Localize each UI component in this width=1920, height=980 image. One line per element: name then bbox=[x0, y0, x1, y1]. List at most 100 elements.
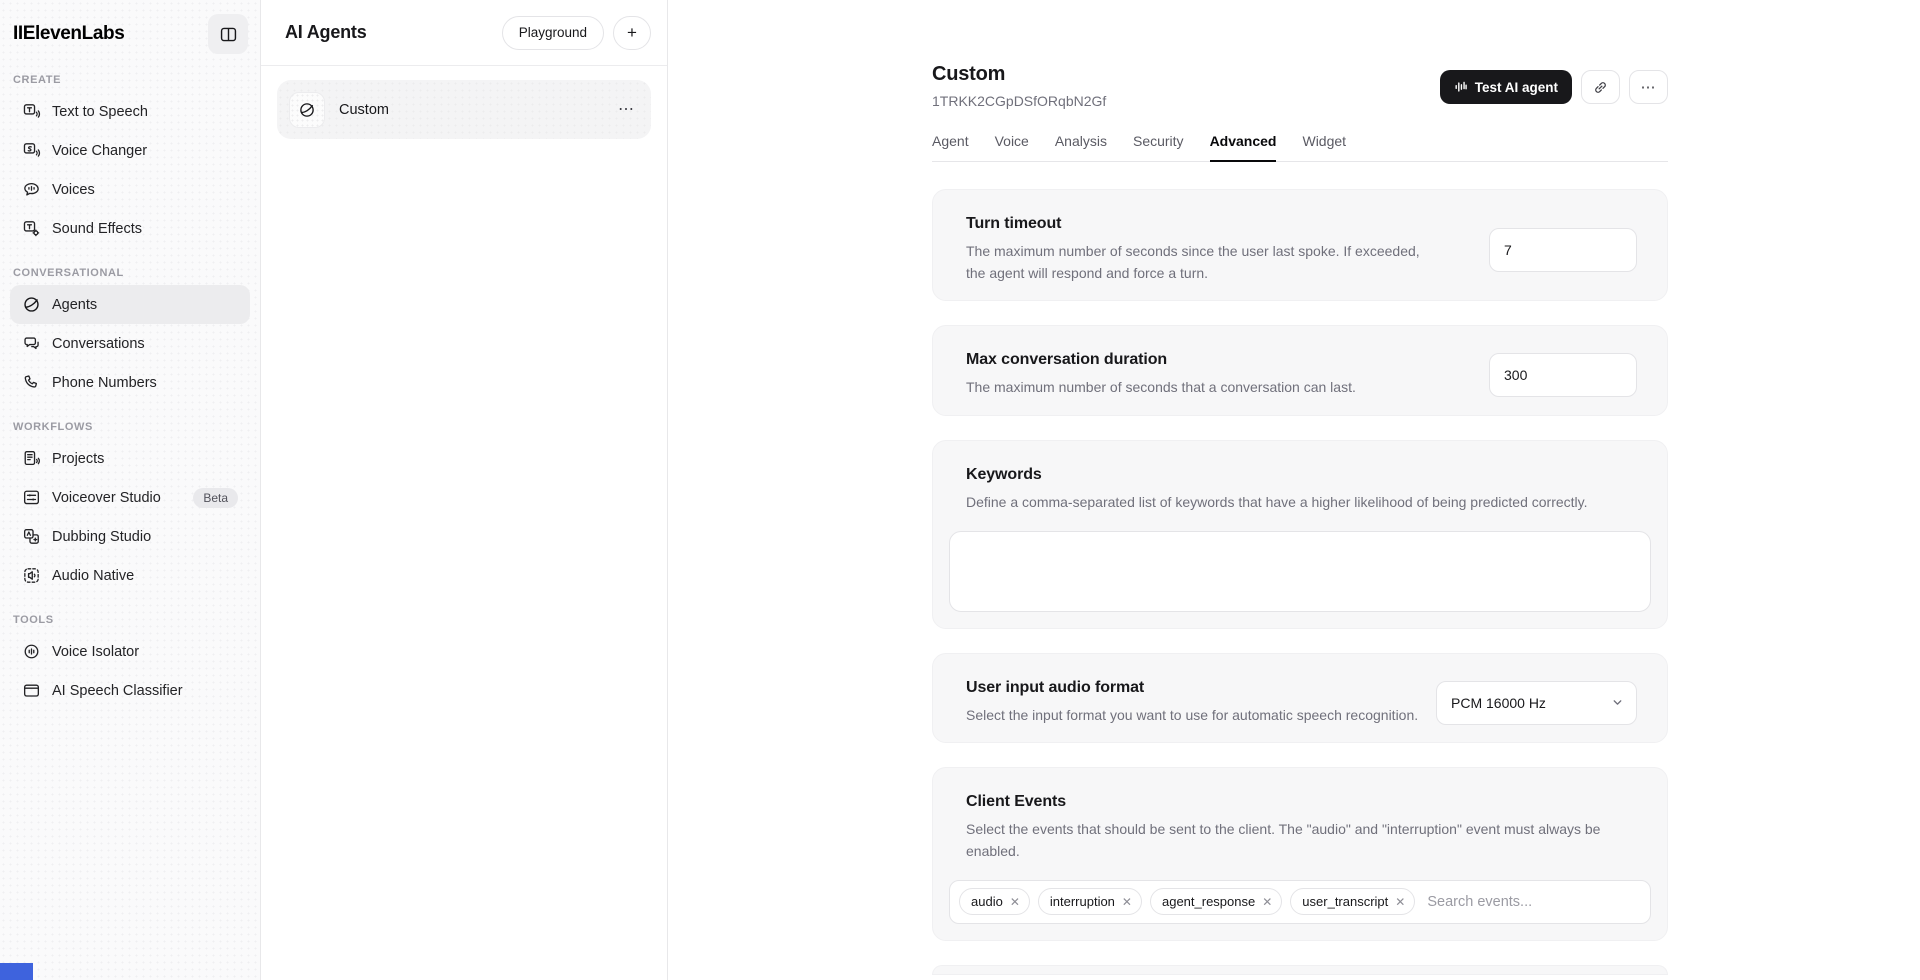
audio-format-description: Select the input format you want to use … bbox=[966, 705, 1418, 727]
chip-remove-icon[interactable]: ✕ bbox=[1262, 896, 1272, 908]
chip-remove-icon[interactable]: ✕ bbox=[1122, 896, 1132, 908]
turn-timeout-title: Turn timeout bbox=[966, 215, 1429, 233]
chip-remove-icon[interactable]: ✕ bbox=[1395, 896, 1405, 908]
client-events-description: Select the events that should be sent to… bbox=[966, 819, 1608, 862]
sidebar-item-voice-changer[interactable]: Voice Changer bbox=[10, 131, 250, 170]
agent-avatar-check-icon bbox=[298, 101, 316, 119]
agent-list-item-custom[interactable]: Custom ⋯ bbox=[277, 80, 651, 139]
next-card-partial bbox=[932, 965, 1668, 975]
main-content: Custom 1TRKK2CGpDSfORqbN2Gf Test AI agen… bbox=[668, 0, 1920, 980]
chip-remove-icon[interactable]: ✕ bbox=[1010, 896, 1020, 908]
sidebar-item-label: Sound Effects bbox=[52, 221, 142, 237]
client-event-chip-audio: audio ✕ bbox=[959, 888, 1030, 915]
tab-widget[interactable]: Widget bbox=[1302, 133, 1346, 162]
playground-button[interactable]: Playground bbox=[502, 16, 604, 50]
voice-isolator-icon bbox=[22, 642, 41, 661]
sidebar-item-voice-isolator[interactable]: Voice Isolator bbox=[10, 632, 250, 671]
tab-security[interactable]: Security bbox=[1133, 133, 1184, 162]
agent-row-menu-button[interactable]: ⋯ bbox=[618, 102, 635, 118]
sidebar-item-voices[interactable]: Voices bbox=[10, 170, 250, 209]
client-events-title: Client Events bbox=[966, 793, 1634, 811]
beta-badge: Beta bbox=[193, 488, 238, 508]
app-window: IIElevenLabs CREATE Text to Speech Voice… bbox=[0, 0, 1920, 980]
ellipsis-icon: ⋯ bbox=[1641, 78, 1657, 96]
keywords-textarea[interactable] bbox=[949, 531, 1651, 612]
sidebar-item-projects[interactable]: Projects bbox=[10, 439, 250, 478]
sidebar-item-label: Phone Numbers bbox=[52, 375, 157, 391]
sidebar-item-dubbing-studio[interactable]: Dubbing Studio bbox=[10, 517, 250, 556]
chip-label: audio bbox=[971, 894, 1003, 909]
sidebar-section-workflows: WORKFLOWS bbox=[0, 421, 260, 433]
test-ai-agent-label: Test AI agent bbox=[1475, 80, 1558, 95]
elevenlabs-logo: IIElevenLabs bbox=[13, 23, 124, 45]
page-title: Custom bbox=[932, 63, 1106, 86]
agent-avatar bbox=[289, 92, 325, 128]
copy-link-button[interactable] bbox=[1581, 70, 1620, 104]
sidebar-item-ai-speech-classifier[interactable]: AI Speech Classifier bbox=[10, 671, 250, 710]
text-to-speech-icon bbox=[22, 102, 41, 121]
sidebar-item-label: Conversations bbox=[52, 336, 145, 352]
sidebar-item-label: Text to Speech bbox=[52, 104, 148, 120]
agent-id: 1TRKK2CGpDSfORqbN2Gf bbox=[932, 93, 1106, 109]
sidebar: IIElevenLabs CREATE Text to Speech Voice… bbox=[0, 0, 261, 980]
sidebar-section-tools: TOOLS bbox=[0, 614, 260, 626]
agents-icon bbox=[22, 295, 41, 314]
turn-timeout-description: The maximum number of seconds since the … bbox=[966, 241, 1429, 284]
phone-icon bbox=[22, 373, 41, 392]
sidebar-item-label: AI Speech Classifier bbox=[52, 683, 183, 699]
audio-format-select[interactable]: PCM 16000 Hz bbox=[1436, 681, 1637, 725]
sidebar-item-label: Voiceover Studio bbox=[52, 490, 161, 506]
audio-native-icon bbox=[22, 566, 41, 585]
max-conversation-duration-card: Max conversation duration The maximum nu… bbox=[932, 325, 1668, 416]
sidebar-item-audio-native[interactable]: Audio Native bbox=[10, 556, 250, 595]
chip-label: agent_response bbox=[1162, 894, 1255, 909]
panel-toggle-icon bbox=[219, 25, 238, 44]
agents-panel-header: AI Agents Playground + bbox=[261, 0, 667, 66]
max-duration-title: Max conversation duration bbox=[966, 351, 1356, 369]
client-events-input[interactable]: audio ✕ interruption ✕ agent_response ✕ bbox=[949, 880, 1651, 924]
audio-format-selected-value: PCM 16000 Hz bbox=[1451, 695, 1603, 711]
sidebar-item-label: Dubbing Studio bbox=[52, 529, 151, 545]
agents-list-panel: AI Agents Playground + Custom ⋯ bbox=[261, 0, 668, 980]
sidebar-item-sound-effects[interactable]: Sound Effects bbox=[10, 209, 250, 248]
agent-name: Custom bbox=[339, 102, 389, 118]
sidebar-item-label: Voices bbox=[52, 182, 95, 198]
sidebar-item-label: Projects bbox=[52, 451, 104, 467]
voiceover-studio-icon bbox=[22, 488, 41, 507]
chip-label: user_transcript bbox=[1302, 894, 1388, 909]
test-ai-agent-button[interactable]: Test AI agent bbox=[1440, 70, 1572, 104]
max-duration-input[interactable] bbox=[1489, 353, 1637, 397]
agents-panel-title: AI Agents bbox=[285, 22, 367, 43]
tab-analysis[interactable]: Analysis bbox=[1055, 133, 1107, 162]
sidebar-header: IIElevenLabs bbox=[0, 0, 260, 64]
tab-agent[interactable]: Agent bbox=[932, 133, 969, 162]
conversations-icon bbox=[22, 334, 41, 353]
voice-changer-icon bbox=[22, 141, 41, 160]
client-events-card: Client Events Select the events that sho… bbox=[932, 767, 1668, 940]
user-input-audio-format-card: User input audio format Select the input… bbox=[932, 653, 1668, 744]
collapse-sidebar-button[interactable] bbox=[208, 14, 248, 54]
agents-list: Custom ⋯ bbox=[261, 66, 667, 153]
sidebar-item-text-to-speech[interactable]: Text to Speech bbox=[10, 92, 250, 131]
tab-voice[interactable]: Voice bbox=[995, 133, 1029, 162]
agent-tabs: Agent Voice Analysis Security Advanced W… bbox=[932, 133, 1668, 162]
sidebar-item-conversations[interactable]: Conversations bbox=[10, 324, 250, 363]
turn-timeout-card: Turn timeout The maximum number of secon… bbox=[932, 189, 1668, 301]
sidebar-item-phone-numbers[interactable]: Phone Numbers bbox=[10, 363, 250, 402]
sidebar-item-label: Agents bbox=[52, 297, 97, 313]
sidebar-section-create: CREATE bbox=[0, 74, 260, 86]
sidebar-item-label: Audio Native bbox=[52, 568, 134, 584]
sidebar-item-voiceover-studio[interactable]: Voiceover Studio Beta bbox=[10, 478, 250, 517]
agent-more-menu-button[interactable]: ⋯ bbox=[1629, 70, 1668, 104]
keywords-title: Keywords bbox=[966, 466, 1634, 484]
turn-timeout-input[interactable] bbox=[1489, 228, 1637, 272]
client-event-chip-user-transcript: user_transcript ✕ bbox=[1290, 888, 1415, 915]
chip-label: interruption bbox=[1050, 894, 1115, 909]
add-agent-button[interactable]: + bbox=[613, 16, 651, 50]
link-icon bbox=[1592, 79, 1609, 96]
tab-advanced[interactable]: Advanced bbox=[1210, 133, 1277, 162]
sidebar-item-agents[interactable]: Agents bbox=[10, 285, 250, 324]
search-events-input[interactable] bbox=[1423, 894, 1641, 910]
sidebar-section-conversational: CONVERSATIONAL bbox=[0, 267, 260, 279]
max-duration-description: The maximum number of seconds that a con… bbox=[966, 377, 1356, 399]
